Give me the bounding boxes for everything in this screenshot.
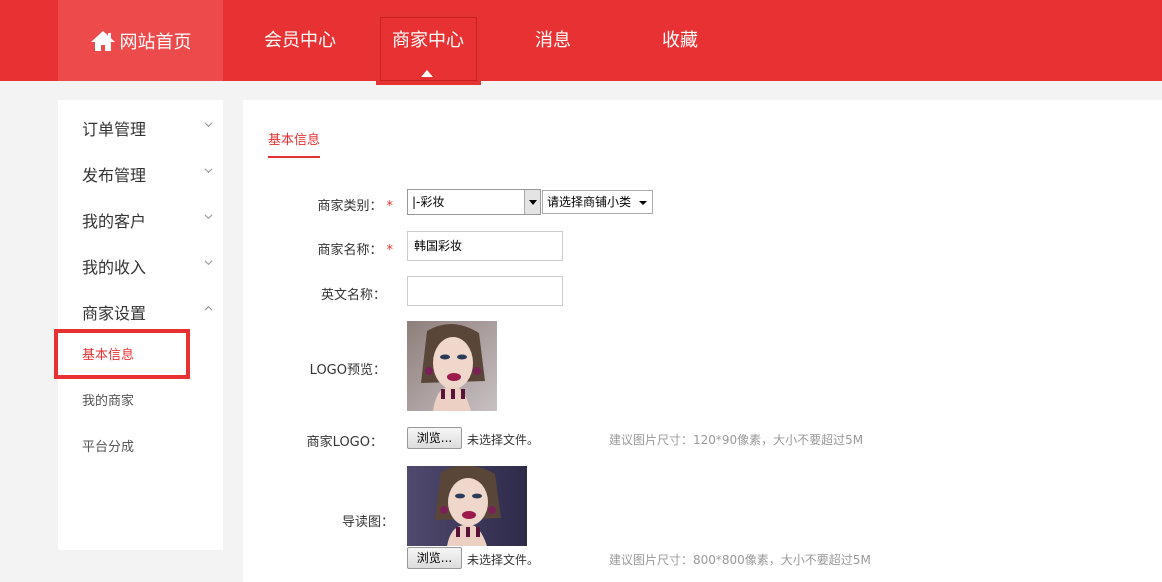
sidebar-item-orders[interactable]: 订单管理	[82, 116, 146, 140]
merchant-name-input[interactable]: 韩国彩妆	[407, 231, 563, 261]
required-mark: *	[386, 199, 394, 214]
category-select-value: |-彩妆	[412, 195, 445, 209]
chevron-down-icon	[204, 214, 213, 220]
nav-home[interactable]: 网站首页	[58, 0, 223, 81]
logo-file-status: 未选择文件。	[467, 433, 540, 447]
guide-image-preview	[407, 466, 527, 546]
logo-preview-label: LOGO预览：	[309, 363, 386, 378]
nav-member-center[interactable]: 会员中心	[248, 0, 352, 81]
english-name-input[interactable]	[407, 276, 563, 306]
sidebar-item-income[interactable]: 我的收入	[82, 254, 146, 278]
nav-messages[interactable]: 消息	[503, 0, 603, 81]
sidebar-highlight-box	[54, 329, 190, 379]
logo-browse-button[interactable]: 浏览...	[407, 427, 462, 449]
subcategory-select[interactable]: 请选择商铺小类	[542, 190, 653, 214]
main-panel: 基本信息 商家类别： * |-彩妆 请选择商铺小类 商家名称： * 韩国彩妆 英文名…	[243, 100, 1162, 582]
dropdown-arrow-icon[interactable]	[524, 190, 540, 214]
sidebar-item-merchant-settings[interactable]: 商家设置	[82, 300, 146, 324]
name-label-text: 商家名称：	[317, 243, 383, 258]
nav-favorites[interactable]: 收藏	[630, 0, 730, 81]
tab-basic-info[interactable]: 基本信息	[268, 129, 321, 158]
sidebar-item-customers[interactable]: 我的客户	[82, 208, 146, 232]
nav-home-label: 网站首页	[119, 31, 192, 53]
english-name-label: 英文名称：	[320, 288, 386, 303]
required-mark: *	[386, 243, 394, 258]
sidebar-subitem-platform-share[interactable]: 平台分成	[82, 436, 134, 455]
home-icon	[90, 30, 115, 51]
subcategory-select-value: 请选择商铺小类	[547, 195, 632, 209]
chevron-down-icon	[204, 122, 213, 128]
chevron-down-icon	[204, 260, 213, 266]
sidebar-subitem-my-merchant[interactable]: 我的商家	[82, 390, 134, 409]
logo-size-hint: 建议图片尺寸：120*90像素，大小不要超过5M	[609, 433, 864, 447]
top-nav-bar: 网站首页 会员中心 商家中心 消息 收藏	[0, 0, 1162, 85]
guide-size-hint: 建议图片尺寸：800*800像素，大小不要超过5M	[609, 553, 871, 567]
logo-preview-image	[407, 321, 497, 411]
merchant-logo-label: 商家LOGO：	[306, 435, 383, 450]
chevron-up-icon	[204, 305, 213, 311]
active-nav-caret-icon	[421, 70, 433, 77]
category-label: 商家类别： *	[293, 195, 393, 214]
chevron-down-icon	[204, 168, 213, 174]
category-select[interactable]: |-彩妆	[407, 189, 541, 215]
guide-image-label: 导读图：	[341, 515, 394, 530]
name-label: 商家名称： *	[293, 239, 393, 258]
sidebar-item-publish[interactable]: 发布管理	[82, 162, 146, 186]
category-label-text: 商家类别：	[317, 199, 383, 214]
guide-file-status: 未选择文件。	[467, 553, 540, 567]
guide-browse-button[interactable]: 浏览...	[407, 547, 462, 569]
sidebar: 订单管理 发布管理 我的客户 我的收入 商家设置 基本信息 我的商家 平台分成	[58, 100, 223, 550]
